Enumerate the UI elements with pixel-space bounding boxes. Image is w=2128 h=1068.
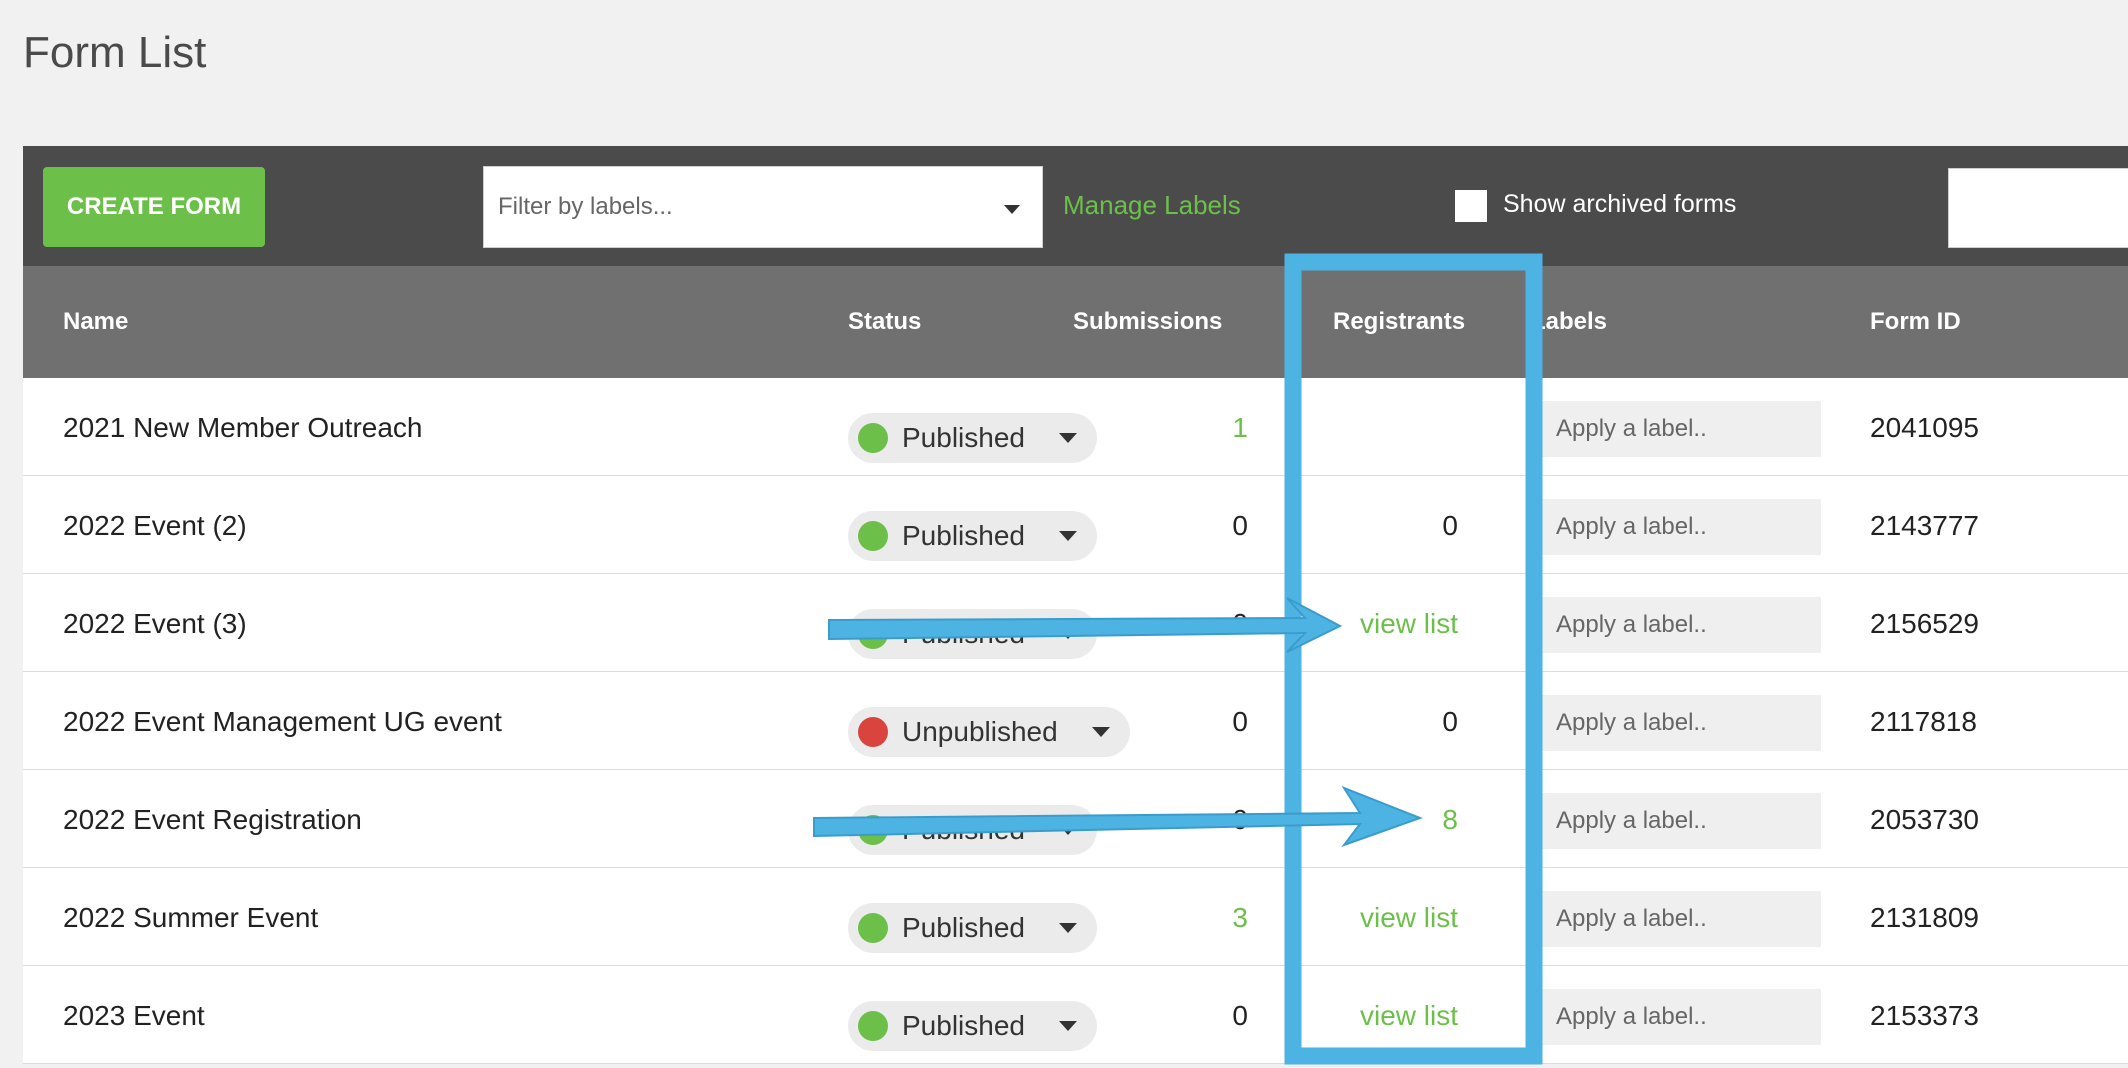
arrow-icon bbox=[828, 597, 1343, 653]
annotation-overlay bbox=[813, 253, 1543, 1065]
arrow-icon bbox=[813, 785, 1423, 848]
registrants-highlight-box bbox=[1284, 253, 1543, 1065]
